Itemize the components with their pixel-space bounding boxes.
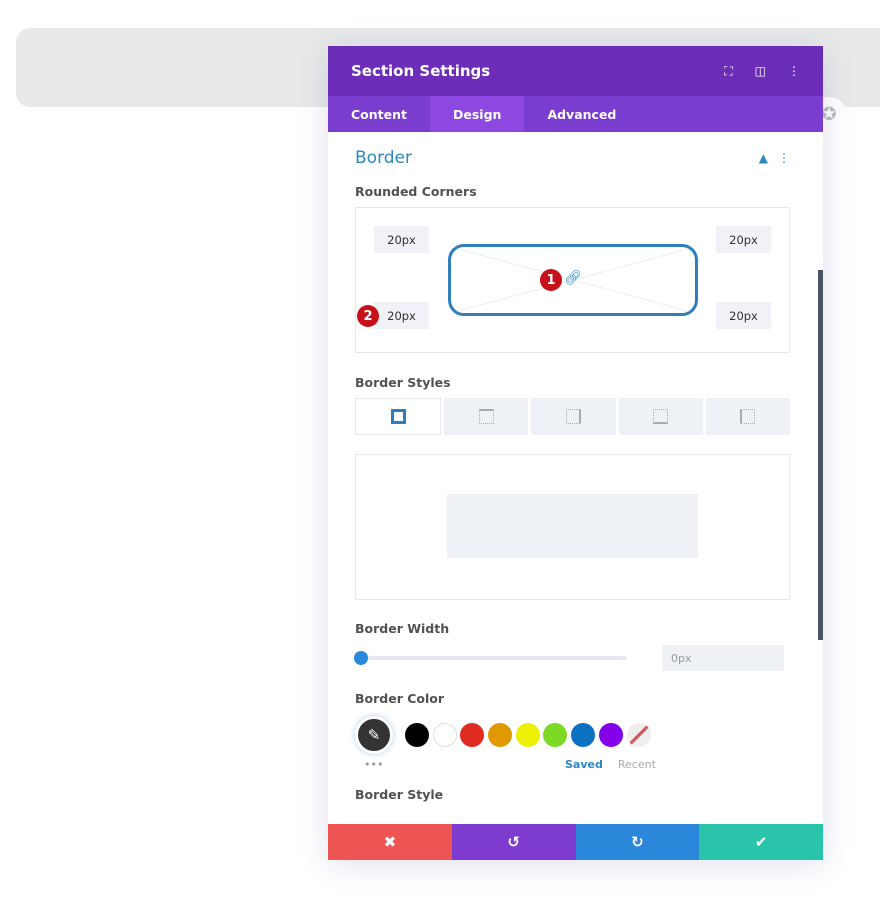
check-icon: ✔ <box>754 833 768 851</box>
recent-tab[interactable]: Recent <box>618 758 656 771</box>
fullscreen-icon[interactable]: ⛶ <box>724 64 732 79</box>
border-style-label: Border Style <box>355 787 444 802</box>
bottom-left-input[interactable]: 20px <box>374 302 429 329</box>
top-right-input[interactable]: 20px <box>716 226 771 253</box>
tab-design[interactable]: Design <box>430 96 525 132</box>
top-side-button[interactable] <box>444 398 529 435</box>
rounded-corners-control: 20px 20px 20px 20px 1 🔗︎ 2 <box>355 207 790 353</box>
undo-button[interactable]: ↺ <box>451 824 576 860</box>
modal-header: Section Settings ⛶ ◫ ⋮ <box>328 46 823 96</box>
border-width-input[interactable]: 0px <box>662 645 784 671</box>
annotation-badge-2: 2 <box>357 305 379 327</box>
saved-tab[interactable]: Saved <box>565 758 603 771</box>
border-styles-label: Border Styles <box>355 375 451 390</box>
border-side-selector <box>355 398 791 435</box>
swatch-red[interactable] <box>460 723 485 747</box>
swatch-black[interactable] <box>405 723 429 747</box>
tab-advanced[interactable]: Advanced <box>524 96 639 132</box>
bottom-right-input[interactable]: 20px <box>716 302 771 329</box>
more-colors-icon[interactable]: ••• <box>355 758 565 771</box>
modal-title: Section Settings <box>351 62 491 80</box>
swatch-green[interactable] <box>543 723 568 747</box>
more-icon[interactable]: ⋮ <box>778 151 790 165</box>
border-color-label: Border Color <box>355 691 445 706</box>
swatch-none[interactable] <box>626 723 651 747</box>
eyedropper-icon[interactable]: ✎ <box>355 716 393 754</box>
slider-handle[interactable] <box>354 651 368 665</box>
swatch-yellow[interactable] <box>515 723 540 747</box>
split-view-icon[interactable]: ◫ <box>755 64 766 78</box>
undo-icon: ↺ <box>507 833 520 851</box>
more-icon[interactable]: ⋮ <box>788 64 800 78</box>
cancel-button[interactable]: ✖ <box>328 824 452 860</box>
swatch-blue[interactable] <box>571 723 596 747</box>
left-side-button[interactable] <box>705 398 791 435</box>
border-preview <box>355 454 790 600</box>
all-sides-button[interactable] <box>355 398 442 435</box>
redo-icon: ↻ <box>631 833 644 851</box>
border-width-label: Border Width <box>355 621 450 636</box>
link-icon[interactable]: 🔗︎ <box>564 270 582 286</box>
save-button[interactable]: ✔ <box>699 824 823 860</box>
top-left-input[interactable]: 20px <box>374 226 429 253</box>
section-settings-modal: Section Settings ⛶ ◫ ⋮ Content Design Ad… <box>328 46 823 860</box>
redo-button[interactable]: ↻ <box>575 824 700 860</box>
swatch-white[interactable] <box>432 723 457 747</box>
color-swatches: ✎ <box>355 716 790 754</box>
tab-content[interactable]: Content <box>328 96 430 132</box>
swatch-purple[interactable] <box>598 723 623 747</box>
swatch-orange[interactable] <box>488 723 513 747</box>
border-width-slider[interactable] <box>354 651 627 665</box>
scrollbar[interactable] <box>818 270 823 640</box>
chevron-up-icon[interactable]: ▲ <box>759 151 768 165</box>
tabs: Content Design Advanced <box>328 96 823 132</box>
right-side-button[interactable] <box>531 398 616 435</box>
border-section-header[interactable]: Border ▲ ⋮ <box>355 132 790 184</box>
rounded-corners-label: Rounded Corners <box>355 184 477 199</box>
annotation-badge-1: 1 <box>540 269 562 291</box>
section-title: Border <box>355 148 412 168</box>
close-icon: ✖ <box>383 833 397 851</box>
bottom-side-button[interactable] <box>618 398 703 435</box>
modal-footer: ✖ ↺ ↻ ✔ <box>328 824 823 860</box>
